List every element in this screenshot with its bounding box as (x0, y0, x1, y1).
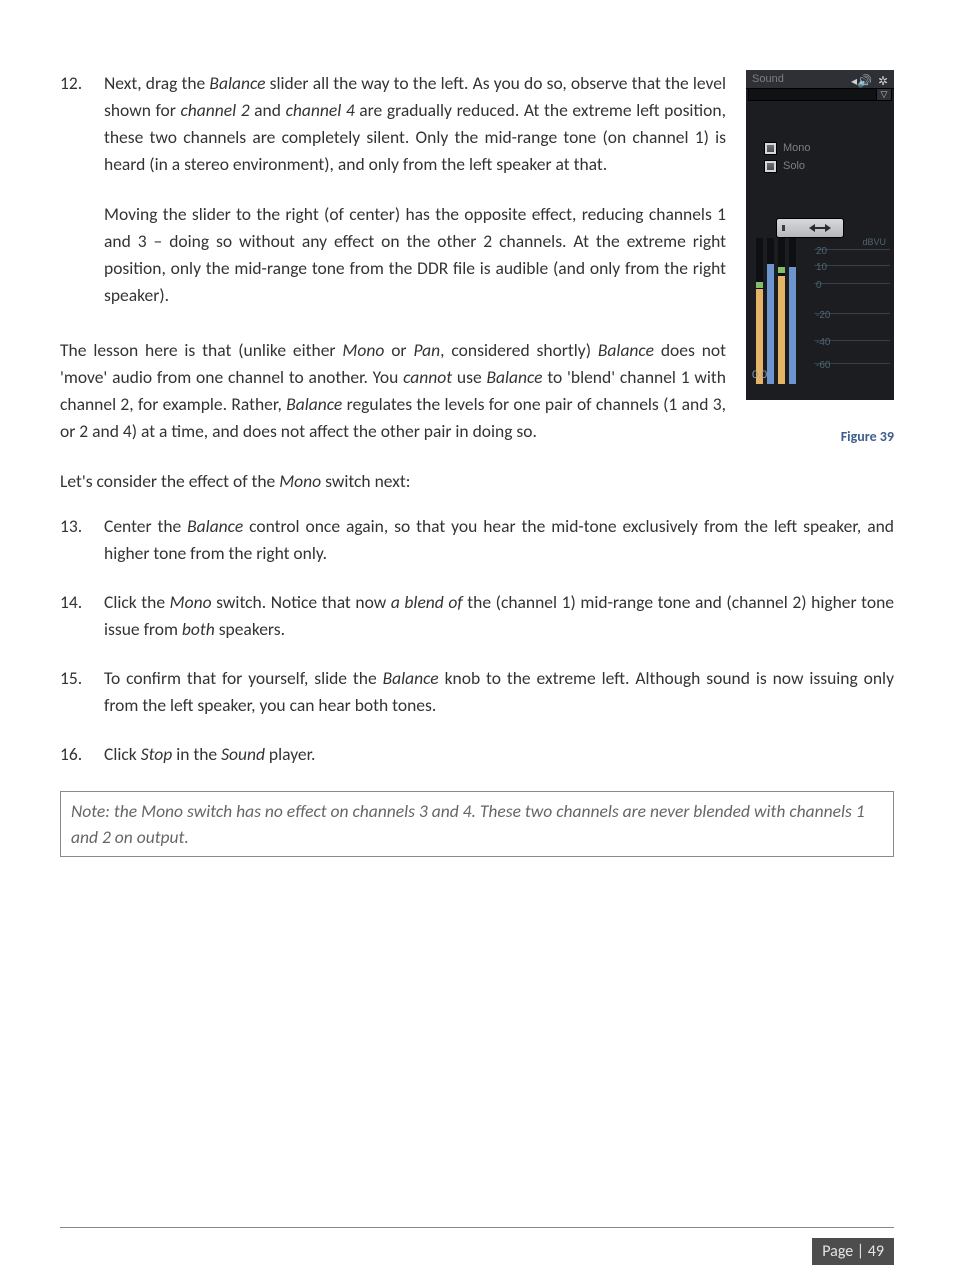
step-15: 15. To confirm that for yourself, slide … (60, 665, 894, 719)
vu-bars (756, 238, 796, 384)
note-box: Note: the Mono switch has no effect on c… (60, 791, 894, 858)
mono-intro: Let's consider the effect of the Mono sw… (60, 468, 894, 495)
arrow-right-icon (825, 224, 831, 232)
page-number: Page | 49 (812, 1238, 894, 1265)
balance-slider (776, 218, 844, 238)
step-number: 12. (60, 70, 82, 97)
page-footer: Page | 49 (0, 1227, 954, 1287)
vu-readout: 0.0 (752, 367, 767, 384)
scale-unit: dBVU (862, 236, 886, 250)
step-number: 15. (60, 665, 82, 692)
step-16: 16. Click Stop in the Sound player. (60, 741, 894, 768)
vu-meter: dBVU 20 10 0 -20 -40 -60 0.0 (746, 238, 894, 384)
step-number: 14. (60, 589, 82, 616)
step-14: 14. Click the Mono switch. Notice that n… (60, 589, 894, 643)
vu-tick: 20 (814, 249, 890, 250)
vu-tick: -60 (814, 363, 890, 364)
vu-bar (789, 238, 796, 384)
step-13: 13. Center the Balance control once agai… (60, 513, 894, 567)
vu-tick: -20 (814, 313, 890, 314)
step-number: 16. (60, 741, 82, 768)
figure-caption: Figure 39 (746, 426, 894, 448)
step-number: 13. (60, 513, 82, 540)
vu-bar (756, 238, 763, 384)
step-12: 12. Next, drag the Balance slider all th… (60, 70, 894, 179)
vu-tick: 0 (814, 283, 890, 284)
slider-thumb (782, 225, 785, 231)
vu-scale: dBVU 20 10 0 -20 -40 -60 (814, 238, 890, 374)
vu-bar (767, 238, 774, 384)
vu-tick: -40 (814, 340, 890, 341)
vu-bar (778, 238, 785, 384)
vu-tick: 10 (814, 265, 890, 266)
